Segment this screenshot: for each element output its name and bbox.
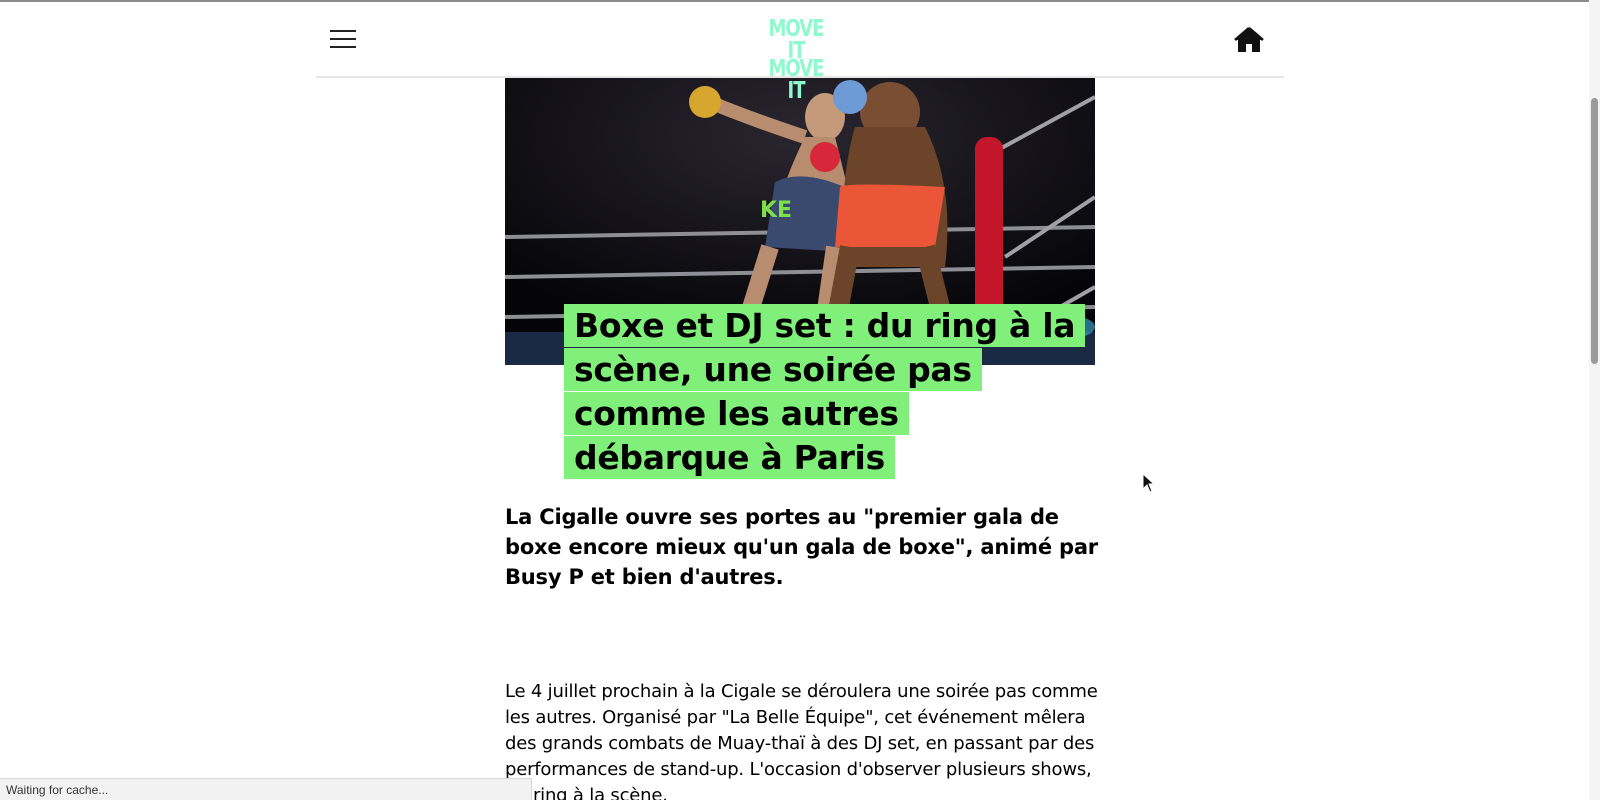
scrollbar-thumb[interactable] [1591,98,1598,364]
article-body: Le 4 juillet prochain à la Cigale se dér… [505,681,1098,800]
mouse-cursor-icon [1142,472,1156,493]
logo-line-2: MOVE IT [768,55,825,105]
site-logo[interactable]: MOVE IT MOVE IT [766,10,826,103]
article-title-text: Boxe et DJ set : du ring à la scène, une… [564,304,1086,479]
svg-text:KE: KE [760,198,792,223]
article-title-block: Boxe et DJ set : du ring à la scène, une… [564,304,1086,480]
article-subtitle: La Cigalle ouvre ses portes au "premier … [505,505,1098,589]
browser-status-bar: Waiting for cache... [0,778,532,800]
home-icon[interactable] [1234,26,1264,54]
article-title: Boxe et DJ set : du ring à la scène, une… [564,304,1086,480]
site-header: MOVE IT MOVE IT [316,2,1284,103]
hamburger-menu-icon[interactable] [330,28,356,50]
